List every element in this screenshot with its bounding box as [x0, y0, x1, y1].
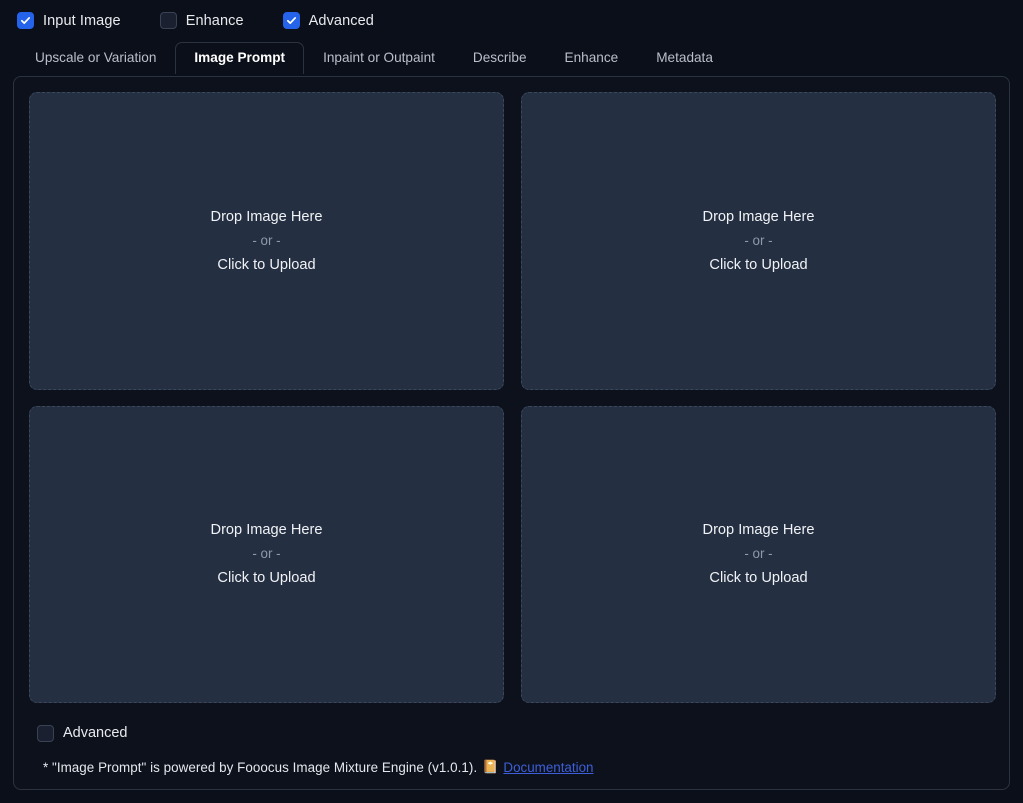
toggle-enhance[interactable]: Enhance — [159, 12, 244, 29]
notebook-icon: 📔 — [482, 759, 499, 774]
dropzone-title: Drop Image Here — [702, 522, 815, 539]
dropzone-1[interactable]: Drop Image Here - or - Click to Upload — [29, 92, 504, 390]
image-prompt-panel: Drop Image Here - or - Click to Upload D… — [13, 76, 1010, 790]
tab-upscale-or-variation[interactable]: Upscale or Variation — [16, 42, 175, 74]
tab-describe[interactable]: Describe — [454, 42, 546, 74]
checkbox-advanced[interactable] — [282, 12, 300, 29]
footer-note: * "Image Prompt" is powered by Fooocus I… — [29, 759, 994, 775]
tab-enhance[interactable]: Enhance — [546, 42, 638, 74]
dropzone-or: - or - — [252, 232, 281, 248]
tab-inpaint-or-outpaint[interactable]: Inpaint or Outpaint — [304, 42, 454, 74]
tab-image-prompt[interactable]: Image Prompt — [175, 42, 305, 74]
toggle-label-enhance: Enhance — [185, 12, 244, 29]
check-icon — [20, 17, 31, 25]
dropzone-click-to-upload[interactable]: Click to Upload — [709, 566, 807, 590]
toggle-advanced[interactable]: Advanced — [282, 12, 374, 29]
tab-bar: Upscale or Variation Image Prompt Inpain… — [0, 41, 1023, 74]
dropzone-click-to-upload[interactable]: Click to Upload — [217, 566, 315, 590]
toggle-row: Input Image Enhance Advanced — [0, 0, 1023, 41]
dropzone-3[interactable]: Drop Image Here - or - Click to Upload — [29, 405, 504, 703]
check-icon — [286, 17, 296, 25]
dropzone-grid: Drop Image Here - or - Click to Upload D… — [29, 92, 996, 703]
dropzone-or: - or - — [744, 232, 773, 248]
checkbox-enhance[interactable] — [159, 12, 177, 29]
footer-note-text: * "Image Prompt" is powered by Fooocus I… — [43, 759, 478, 775]
dropzone-title: Drop Image Here — [702, 208, 815, 225]
dropzone-click-to-upload[interactable]: Click to Upload — [709, 253, 807, 277]
toggle-label-advanced: Advanced — [308, 12, 374, 29]
checkbox-input-image[interactable] — [17, 12, 34, 29]
dropzone-4[interactable]: Drop Image Here - or - Click to Upload — [521, 405, 996, 703]
dropzone-title: Drop Image Here — [210, 522, 323, 539]
toggle-input-image[interactable]: Input Image — [17, 12, 121, 29]
dropzone-or: - or - — [744, 546, 773, 562]
dropzone-2[interactable]: Drop Image Here - or - Click to Upload — [521, 92, 996, 390]
advanced-toggle-bottom[interactable]: Advanced — [29, 717, 994, 749]
dropzone-click-to-upload[interactable]: Click to Upload — [217, 253, 315, 277]
dropzone-title: Drop Image Here — [210, 208, 323, 225]
documentation-link[interactable]: Documentation — [503, 760, 593, 775]
toggle-label-input-image: Input Image — [43, 12, 121, 29]
advanced-label-bottom: Advanced — [63, 725, 128, 741]
dropzone-or: - or - — [252, 546, 281, 562]
checkbox-advanced-bottom[interactable] — [37, 724, 54, 742]
tab-metadata[interactable]: Metadata — [637, 42, 732, 74]
